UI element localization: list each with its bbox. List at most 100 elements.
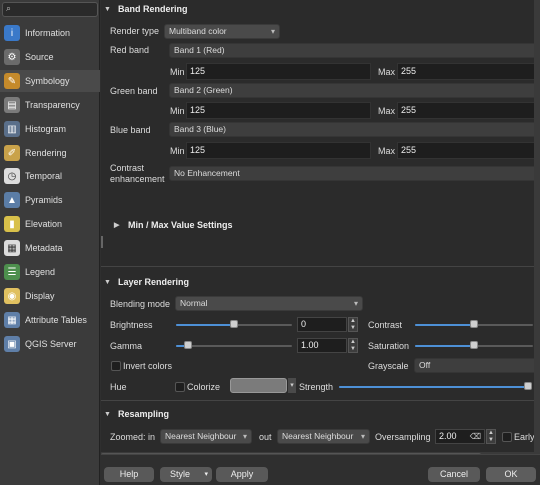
collapse-arrow-icon: ▼ <box>104 410 111 418</box>
oversampling-stepper[interactable]: ▲ ▼ <box>486 429 496 444</box>
red-max-input[interactable]: 255 <box>397 63 540 80</box>
green-band-select[interactable]: Band 2 (Green) <box>169 83 540 98</box>
oversampling-input[interactable]: 2.00 ⌫ <box>435 429 485 444</box>
minmax-settings-header[interactable]: ▶ Min / Max Value Settings <box>111 217 531 233</box>
metadata-icon: ▦ <box>4 240 20 256</box>
sidebar-item-information[interactable]: i Information <box>0 22 100 44</box>
ok-button[interactable]: OK <box>486 467 536 482</box>
transparency-icon: ▤ <box>4 97 20 113</box>
sidebar-search-input[interactable]: ⌕ <box>2 2 98 17</box>
style-button[interactable]: Style ▾ <box>160 467 212 482</box>
blending-mode-select[interactable]: Normal ▾ <box>175 296 363 311</box>
strength-fill <box>339 386 528 388</box>
blue-max-input[interactable]: 255 <box>397 142 540 159</box>
blending-mode-value: Normal <box>180 298 208 308</box>
green-max-input[interactable]: 255 <box>397 102 540 119</box>
contrast-enhancement-label-2: enhancement <box>110 174 165 184</box>
gamma-stepper[interactable]: ▲ ▼ <box>348 338 358 353</box>
histogram-icon: ▥ <box>4 121 20 137</box>
colorize-checkbox[interactable] <box>175 382 185 392</box>
sidebar-item-legend[interactable]: ☰ Legend <box>0 261 100 283</box>
contrast-slider-handle[interactable] <box>470 320 478 328</box>
strength-slider-handle[interactable] <box>524 382 532 390</box>
saturation-fill <box>415 345 474 347</box>
minmax-title: Min / Max Value Settings <box>128 220 233 230</box>
blue-band-select[interactable]: Band 3 (Blue) <box>169 122 540 137</box>
sidebar-item-temporal[interactable]: ◷ Temporal <box>0 165 100 187</box>
rendering-brush-icon: ✐ <box>4 145 20 161</box>
sidebar-item-symbology[interactable]: ✎ Symbology <box>0 70 100 92</box>
sidebar-item-transparency[interactable]: ▤ Transparency <box>0 94 100 116</box>
contrast-enhancement-select[interactable]: No Enhancement <box>169 166 540 181</box>
zoomed-out-value: Nearest Neighbour <box>282 431 354 441</box>
chevron-down-icon: ▾ <box>360 432 365 441</box>
sidebar-item-elevation[interactable]: ▮ Elevation <box>0 213 100 235</box>
resampling-header[interactable]: ▼ Resampling <box>101 406 531 422</box>
zoomed-in-select[interactable]: Nearest Neighbour ▾ <box>160 429 252 444</box>
blue-band-value: Band 3 (Blue) <box>174 124 226 134</box>
brightness-label: Brightness <box>110 320 153 330</box>
band-rendering-title: Band Rendering <box>118 4 188 14</box>
render-type-select[interactable]: Multiband color ▾ <box>164 24 280 39</box>
legend-icon: ☰ <box>4 264 20 280</box>
grayscale-select[interactable]: Off <box>414 358 540 373</box>
layer-rendering-header[interactable]: ▼ Layer Rendering <box>101 274 531 290</box>
sidebar-item-pyramids[interactable]: ▲ Pyramids <box>0 189 100 211</box>
sidebar-item-qgis-server[interactable]: ▣ QGIS Server <box>0 333 100 355</box>
grayscale-label: Grayscale <box>368 361 409 371</box>
zoomed-out-select[interactable]: Nearest Neighbour ▾ <box>277 429 370 444</box>
invert-colors-checkbox[interactable] <box>111 361 121 371</box>
collapse-arrow-icon: ▼ <box>104 5 111 13</box>
colorize-label: Colorize <box>187 382 221 392</box>
brightness-stepper[interactable]: ▲ ▼ <box>348 317 358 332</box>
blending-mode-label: Blending mode <box>110 299 171 309</box>
sidebar-item-source[interactable]: ⚙ Source <box>0 46 100 68</box>
apply-button[interactable]: Apply <box>216 467 268 482</box>
band-rendering-header[interactable]: ▼ Band Rendering <box>101 1 531 17</box>
sidebar: ⌕ i Information ⚙ Source ✎ Symbology ▤ Transpar… <box>0 0 100 485</box>
early-resampling-checkbox[interactable] <box>502 432 512 442</box>
chevron-down-icon: ▾ <box>204 471 208 478</box>
render-type-label: Render type <box>110 26 160 36</box>
info-icon: i <box>4 25 20 41</box>
sidebar-item-histogram[interactable]: ▥ Histogram <box>0 118 100 140</box>
cancel-button[interactable]: Cancel <box>428 467 480 482</box>
color-menu-dropdown[interactable]: ▾ <box>288 378 296 393</box>
chevron-down-icon: ▾ <box>353 299 358 308</box>
blue-min-input[interactable]: 125 <box>186 142 371 159</box>
red-min-input[interactable]: 125 <box>186 63 371 80</box>
green-min-input[interactable]: 125 <box>186 102 371 119</box>
help-button[interactable]: Help <box>104 467 154 482</box>
sidebar-item-attribute-tables[interactable]: ▦ Attribute Tables <box>0 309 100 331</box>
gamma-slider-handle[interactable] <box>184 341 192 349</box>
gamma-input[interactable]: 1.00 <box>297 338 347 353</box>
search-icon: ⌕ <box>6 3 12 13</box>
colorize-color-button[interactable] <box>230 378 287 393</box>
blue-max-label: Max <box>378 146 396 156</box>
zoomed-in-value: Nearest Neighbour <box>165 431 237 441</box>
red-band-select[interactable]: Band 1 (Red) <box>169 43 540 58</box>
chevron-down-icon: ▾ <box>290 382 294 389</box>
sidebar-item-metadata[interactable]: ▦ Metadata <box>0 237 100 259</box>
contrast-fill <box>415 324 474 326</box>
saturation-slider-handle[interactable] <box>470 341 478 349</box>
chevron-down-icon: ▾ <box>242 432 247 441</box>
clear-icon[interactable]: ⌫ <box>470 430 481 443</box>
vertical-scrollbar[interactable] <box>534 0 540 452</box>
hue-label: Hue <box>110 382 127 392</box>
section-divider <box>101 266 540 267</box>
spin-up-icon: ▲ <box>488 430 494 436</box>
brightness-slider-handle[interactable] <box>230 320 238 328</box>
splitter-handle[interactable] <box>101 236 103 248</box>
saturation-label: Saturation <box>368 341 410 351</box>
wrench-icon: ⚙ <box>4 49 20 65</box>
expand-arrow-icon: ▶ <box>114 222 120 229</box>
sidebar-item-label: Display <box>25 291 55 301</box>
sidebar-item-label: Symbology <box>25 76 70 86</box>
gamma-track <box>176 345 292 347</box>
sidebar-item-rendering[interactable]: ✐ Rendering <box>0 142 100 164</box>
clock-icon: ◷ <box>4 168 20 184</box>
brightness-input[interactable]: 0 <box>297 317 347 332</box>
sidebar-item-display[interactable]: ◉ Display <box>0 285 100 307</box>
pyramids-icon: ▲ <box>4 192 20 208</box>
